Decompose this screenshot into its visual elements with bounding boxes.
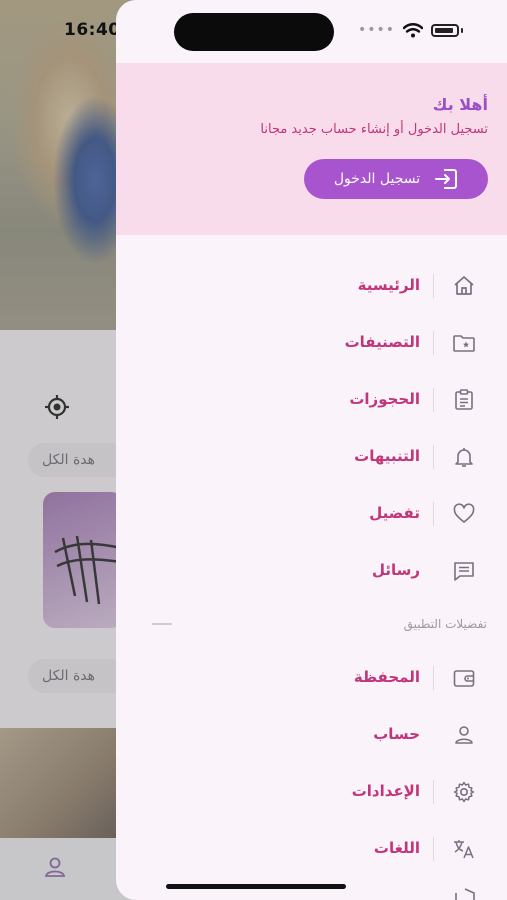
- gear-icon: [453, 781, 475, 803]
- bell-icon: [455, 448, 473, 467]
- home-indicator: [166, 884, 346, 889]
- wifi-icon: [403, 22, 423, 37]
- menu-label: اللغات: [373, 839, 420, 857]
- welcome-subtitle: تسجيل الدخول أو إنشاء حساب جديد مجانا: [260, 122, 488, 137]
- menu-divider: [433, 502, 434, 526]
- message-icon: [454, 562, 474, 581]
- dynamic-island: [174, 13, 334, 51]
- section-title: تفضيلات التطبيق: [403, 617, 487, 631]
- menu-item-wallet[interactable]: المحفظة: [116, 658, 507, 698]
- menu-item-categories[interactable]: التصنيفات: [116, 323, 507, 363]
- menu-label: المحفظة: [353, 668, 420, 686]
- menu-label: الرئيسية: [357, 276, 420, 294]
- menu-label: رسائل: [371, 561, 420, 579]
- drawer-header: [116, 63, 507, 235]
- login-button[interactable]: تسجيل الدخول: [304, 159, 488, 199]
- menu-item-settings[interactable]: الإعدادات: [116, 772, 507, 812]
- menu-label: تفضيل: [369, 504, 420, 522]
- shield-icon-partial: [455, 888, 475, 900]
- menu-item-languages[interactable]: اللغات: [116, 829, 507, 869]
- user-icon: [455, 726, 473, 744]
- menu-label: الإعدادات: [351, 782, 420, 800]
- battery-cap: [461, 27, 463, 33]
- heart-icon: [453, 503, 475, 523]
- menu-item-favorites[interactable]: تفضيل: [116, 494, 507, 534]
- menu-label: حساب: [373, 725, 420, 743]
- menu-item-account[interactable]: حساب: [116, 715, 507, 755]
- menu-label: التصنيفات: [344, 333, 420, 351]
- welcome-title: أهلا بك: [432, 95, 488, 114]
- menu-divider: [433, 837, 434, 861]
- menu-item-home[interactable]: الرئيسية: [116, 266, 507, 306]
- menu-divider: [433, 274, 434, 298]
- menu-label: الحجوزات: [349, 390, 420, 408]
- battery-icon: [431, 23, 459, 37]
- status-icons: ••••: [358, 22, 463, 38]
- menu-item-messages[interactable]: رسائل: [116, 551, 507, 591]
- menu-divider: [433, 445, 434, 469]
- login-button-label: تسجيل الدخول: [333, 171, 421, 187]
- signal-dots-icon: ••••: [357, 22, 395, 38]
- home-icon: [454, 276, 474, 295]
- section-line: [152, 623, 172, 625]
- status-time: 16:40: [64, 20, 121, 40]
- menu-divider: [433, 331, 434, 355]
- menu-divider: [433, 666, 434, 690]
- menu-divider: [433, 388, 434, 412]
- translate-icon: [454, 840, 474, 859]
- menu-divider: [433, 780, 434, 804]
- wallet-icon: [453, 670, 475, 687]
- clipboard-list-icon: [455, 389, 473, 410]
- side-drawer: •••• أهلا بك تسجيل الدخول أو إنشاء حساب …: [116, 0, 507, 900]
- menu-label: التنبيهات: [354, 447, 420, 465]
- menu-item-bookings[interactable]: الحجوزات: [116, 380, 507, 420]
- folder-star-icon: [453, 335, 475, 352]
- menu-item-notifications[interactable]: التنبيهات: [116, 437, 507, 477]
- login-icon: [435, 169, 458, 189]
